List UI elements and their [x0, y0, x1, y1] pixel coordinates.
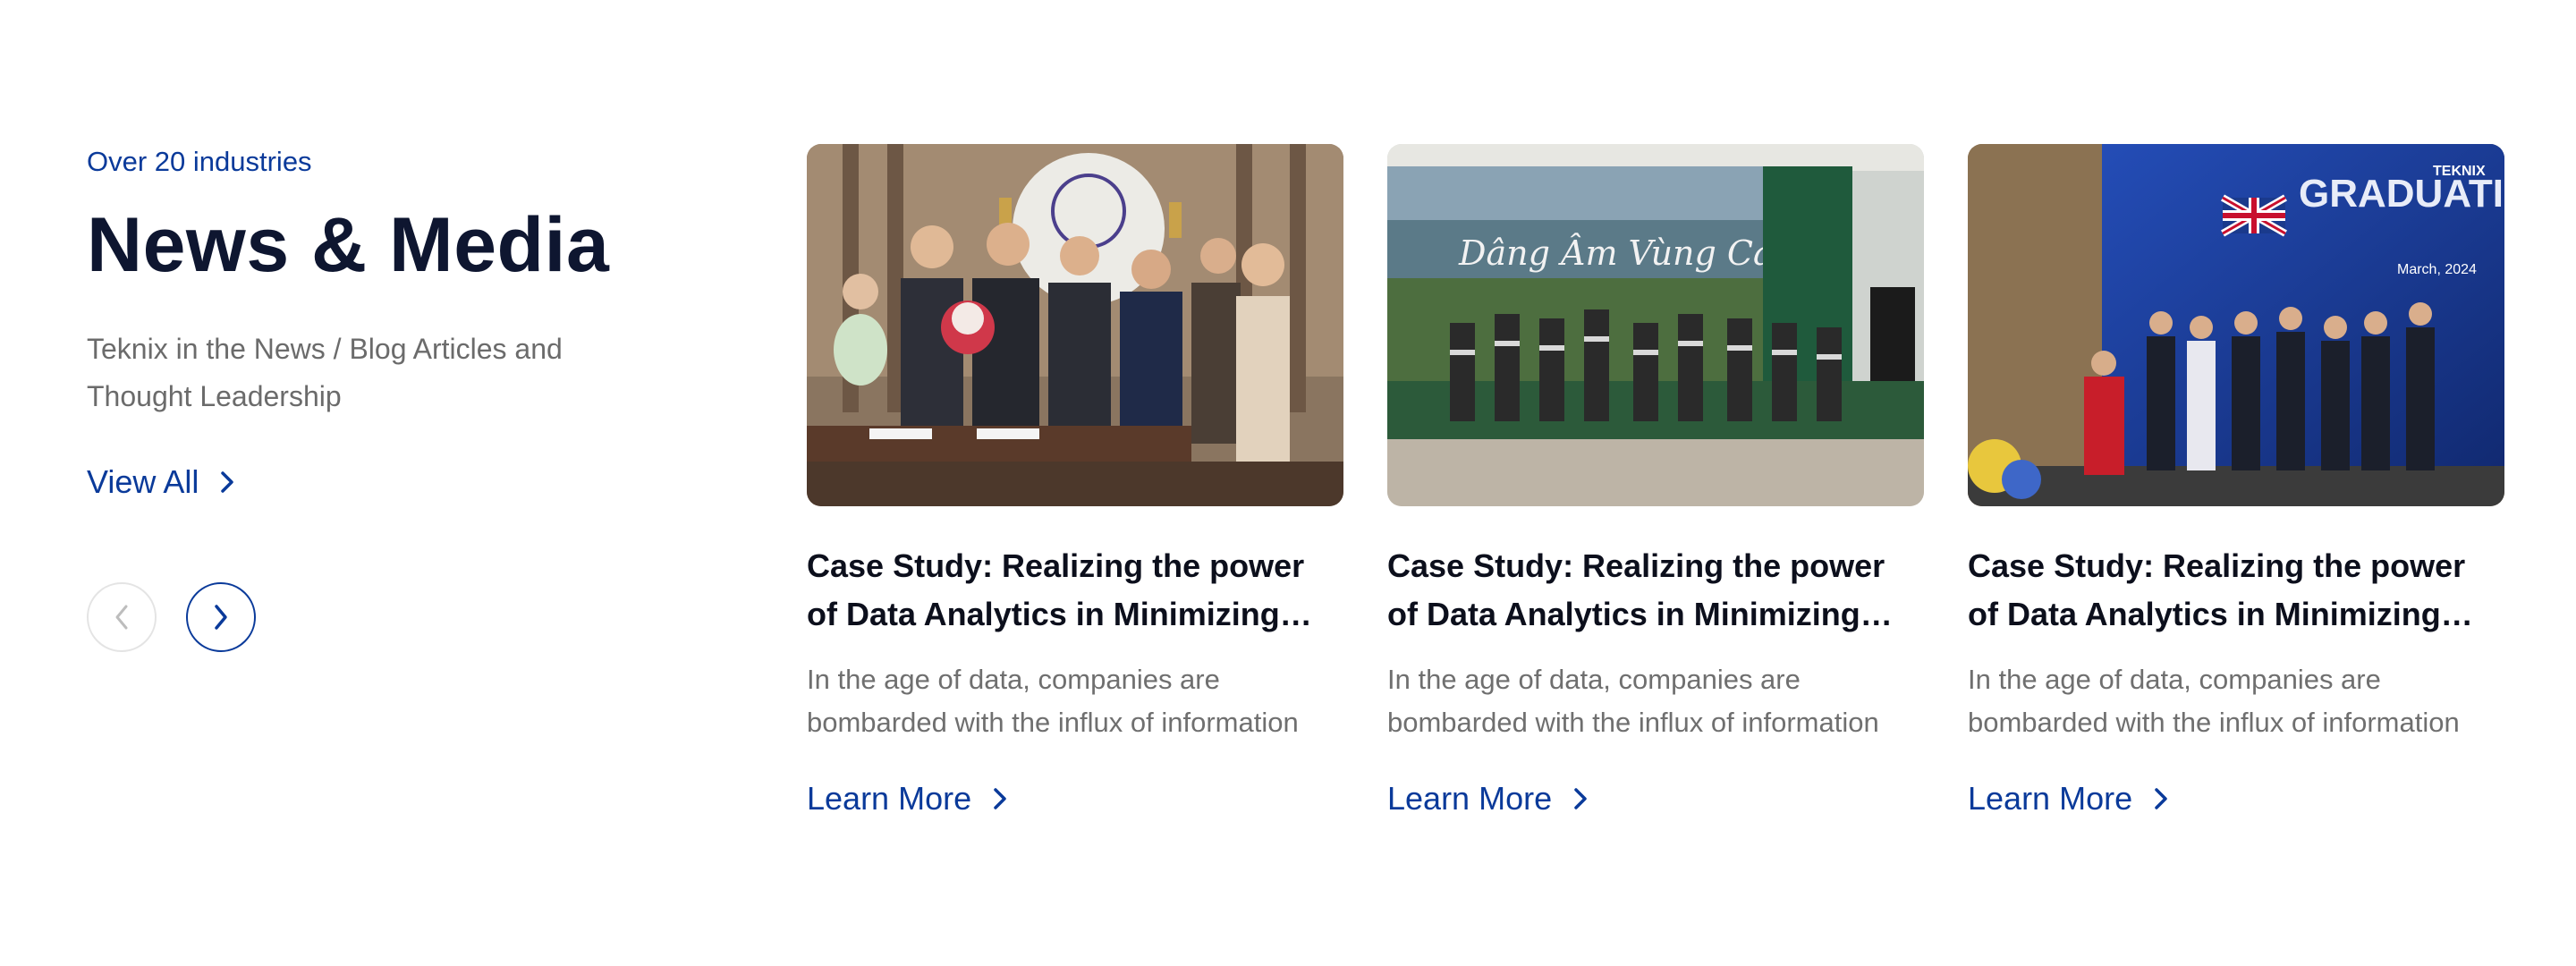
carousel-next-button[interactable] — [186, 582, 256, 652]
section-eyebrow: Over 20 industries — [87, 146, 312, 177]
news-card-title[interactable]: Case Study: Realizing the power of Data … — [1387, 542, 1924, 639]
news-card-image[interactable]: GRADUATION CEREMONY TEKNIX March, 2024 — [1968, 144, 2504, 506]
news-card-image[interactable] — [807, 144, 1343, 506]
learn-more-label: Learn More — [1968, 780, 2133, 817]
learn-more-label: Learn More — [1387, 780, 1553, 817]
news-card: GRADUATION CEREMONY TEKNIX March, 2024 — [1968, 144, 2504, 818]
news-card-title[interactable]: Case Study: Realizing the power of Data … — [807, 542, 1343, 639]
view-all-link[interactable]: View All — [87, 463, 236, 501]
news-media-section: Over 20 industries News & Media Teknix i… — [0, 0, 2576, 966]
news-card-excerpt: In the age of data, companies are bombar… — [807, 664, 1299, 738]
learn-more-link[interactable]: Learn More — [1968, 780, 2170, 818]
chevron-right-icon — [221, 471, 234, 493]
chevron-left-icon — [115, 605, 128, 630]
news-card: Dâng Âm Vùng Cao Case Study: Realizing t… — [1387, 144, 1924, 818]
news-card-excerpt: In the age of data, companies are bombar… — [1387, 664, 1879, 738]
news-card-image[interactable]: Dâng Âm Vùng Cao — [1387, 144, 1924, 506]
teknix-badge: TEKNIX — [2433, 164, 2486, 179]
chevron-right-icon — [1574, 788, 1587, 809]
section-description: Teknix in the News / Blog Articles and T… — [87, 333, 563, 412]
stage-dance-photo: Dâng Âm Vùng Cao — [1387, 144, 1924, 506]
section-title: News & Media — [87, 202, 610, 288]
section-intro: Over 20 industries News & Media Teknix i… — [87, 143, 659, 501]
view-all-label: View All — [87, 463, 199, 500]
graduation-ceremony-photo: GRADUATION CEREMONY TEKNIX March, 2024 — [1968, 144, 2504, 506]
banner-date: March, 2024 — [2397, 262, 2477, 277]
news-card-list: Case Study: Realizing the power of Data … — [807, 144, 2504, 818]
news-card-title[interactable]: Case Study: Realizing the power of Data … — [1968, 542, 2504, 639]
chevron-right-icon — [215, 605, 227, 630]
learn-more-link[interactable]: Learn More — [807, 780, 1009, 818]
news-card-excerpt: In the age of data, companies are bombar… — [1968, 664, 2460, 738]
learn-more-label: Learn More — [807, 780, 972, 817]
banner-text: Dâng Âm Vùng Cao — [1458, 233, 1794, 273]
carousel-prev-button[interactable] — [87, 582, 157, 652]
signing-ceremony-photo — [807, 144, 1343, 506]
learn-more-link[interactable]: Learn More — [1387, 780, 1589, 818]
chevron-right-icon — [994, 788, 1006, 809]
carousel-controls — [87, 582, 256, 652]
news-card: Case Study: Realizing the power of Data … — [807, 144, 1343, 818]
chevron-right-icon — [2155, 788, 2167, 809]
